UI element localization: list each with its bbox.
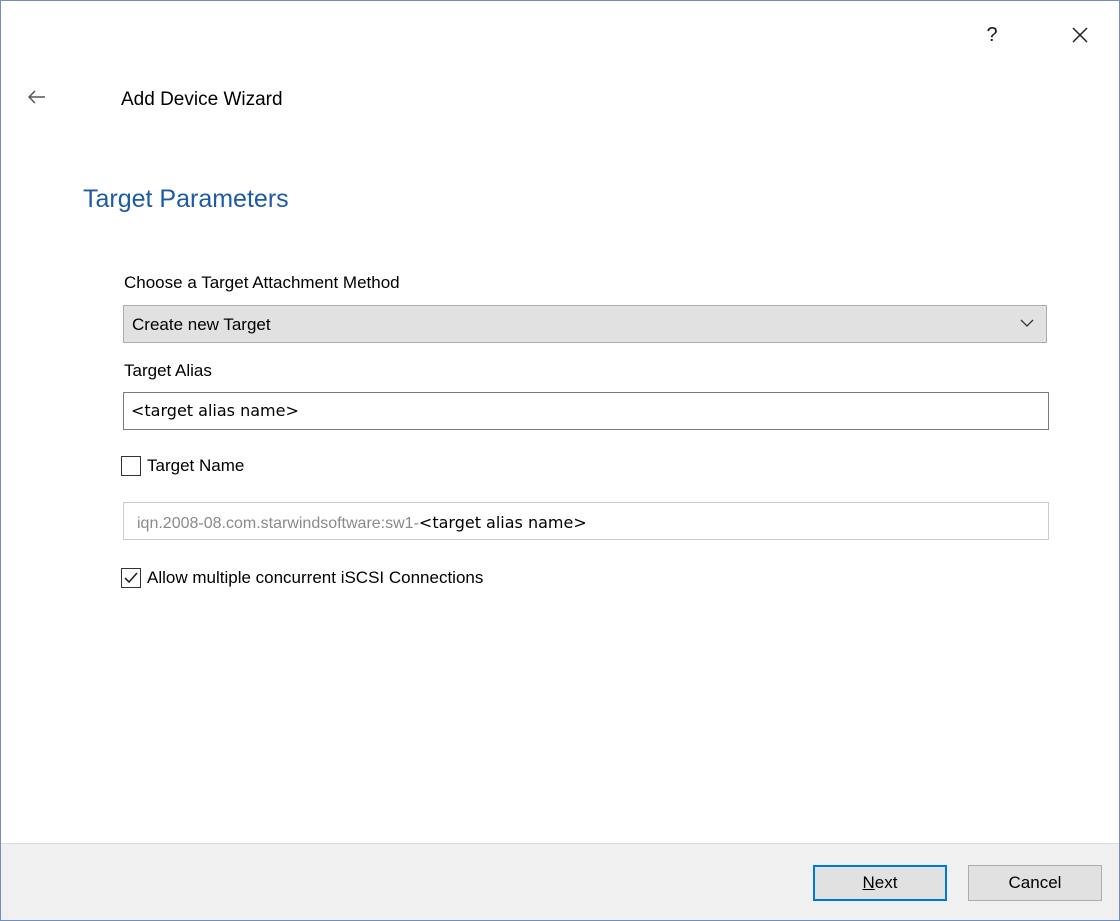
next-button[interactable]: Next xyxy=(813,865,947,901)
back-arrow-icon xyxy=(28,90,45,104)
target-name-checkbox-row[interactable]: Target Name xyxy=(121,454,244,478)
next-label-rest: ext xyxy=(874,873,898,892)
close-icon xyxy=(1072,27,1088,43)
attachment-method-select[interactable]: Create new Target xyxy=(123,305,1047,343)
target-alias-value: <target alias name> xyxy=(131,401,299,420)
wizard-window: ? Add Device Wizard Target Parameters Ch… xyxy=(0,0,1120,921)
target-name-prefix: iqn.2008-08.com.starwindsoftware:sw1- xyxy=(137,515,419,532)
target-alias-input[interactable]: <target alias name> xyxy=(123,392,1049,430)
multi-connections-checkbox-row[interactable]: Allow multiple concurrent iSCSI Connecti… xyxy=(121,566,483,590)
footer-bar: Next Cancel xyxy=(1,843,1119,920)
attachment-method-value: Create new Target xyxy=(132,315,271,334)
target-name-prefix-text: iqn.2008-08.com.starwindsoftware:sw1-<ta… xyxy=(137,513,587,533)
close-button[interactable] xyxy=(1057,15,1103,55)
multi-connections-checkbox[interactable] xyxy=(121,568,141,588)
checkmark-icon xyxy=(124,572,138,584)
help-icon: ? xyxy=(986,23,998,46)
wizard-title: Add Device Wizard xyxy=(121,89,283,110)
back-button[interactable] xyxy=(19,83,55,111)
attachment-method-label: Choose a Target Attachment Method xyxy=(124,273,400,292)
target-name-label: Target Name xyxy=(147,456,245,475)
target-alias-label: Target Alias xyxy=(124,361,212,380)
target-name-checkbox[interactable] xyxy=(121,456,141,476)
target-name-input: iqn.2008-08.com.starwindsoftware:sw1-<ta… xyxy=(123,502,1049,540)
multi-connections-label: Allow multiple concurrent iSCSI Connecti… xyxy=(147,568,484,587)
page-heading: Target Parameters xyxy=(83,185,289,213)
chevron-down-icon xyxy=(1020,319,1034,327)
target-name-suffix: <target alias name> xyxy=(418,513,587,532)
help-button[interactable]: ? xyxy=(969,15,1015,55)
next-mnemonic: N xyxy=(862,873,875,892)
cancel-button[interactable]: Cancel xyxy=(968,865,1102,901)
